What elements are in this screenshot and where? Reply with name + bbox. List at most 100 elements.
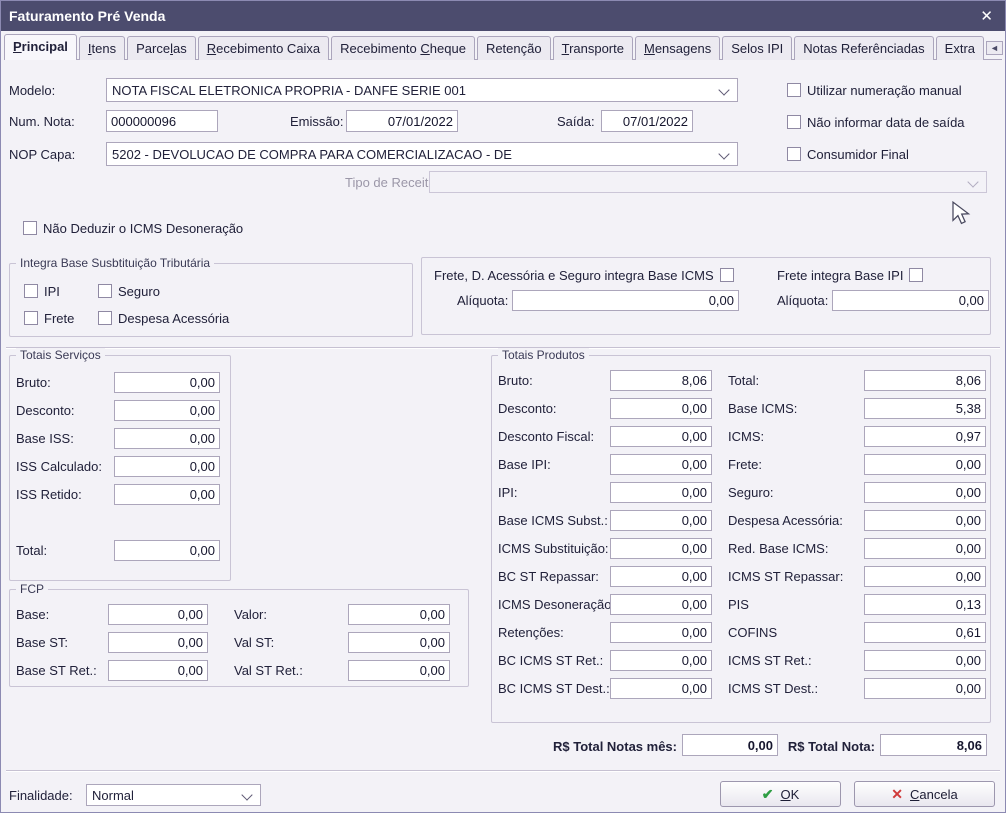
checkbox-box bbox=[98, 311, 112, 325]
frete-input[interactable] bbox=[864, 454, 986, 475]
integra-seguro-checkbox[interactable]: Seguro bbox=[98, 283, 160, 299]
total-notas-mes-input[interactable] bbox=[682, 734, 778, 756]
modelo-label: Modelo: bbox=[9, 78, 55, 102]
emissao-input[interactable] bbox=[346, 110, 458, 132]
integra-despesa-checkbox[interactable]: Despesa Acessória bbox=[98, 310, 229, 326]
ok-button[interactable]: ✔ OK bbox=[720, 781, 841, 807]
icms-st-ret-input[interactable] bbox=[864, 650, 986, 671]
fcp-base-st-input[interactable] bbox=[108, 632, 208, 653]
nao-deduzir-icms-checkbox[interactable]: Não Deduzir o ICMS Desoneração bbox=[23, 220, 243, 236]
tab-mensagens[interactable]: Mensagens bbox=[635, 36, 720, 60]
fcp-group: FCP Base: Valor: Base ST: Val ST: Base S… bbox=[9, 589, 469, 687]
tab-extra[interactable]: Extra bbox=[936, 36, 984, 60]
cofins-input[interactable] bbox=[864, 622, 986, 643]
ipi-aliquota-input[interactable] bbox=[832, 290, 989, 311]
bruto-servicos-input[interactable] bbox=[114, 372, 220, 393]
bc-icms-st-ret-input[interactable] bbox=[610, 650, 712, 671]
total-servicos-input[interactable] bbox=[114, 540, 220, 561]
num-nota-label: Num. Nota: bbox=[9, 110, 75, 132]
emissao-label: Emissão: bbox=[290, 110, 343, 132]
icms-aliquota-input[interactable] bbox=[512, 290, 739, 311]
fcp-valor-input[interactable] bbox=[348, 604, 450, 625]
base-icms-input[interactable] bbox=[864, 398, 986, 419]
checkbox-box bbox=[787, 83, 801, 97]
saida-input[interactable] bbox=[601, 110, 693, 132]
iss-retido-input[interactable] bbox=[114, 484, 220, 505]
ipi-input[interactable] bbox=[610, 482, 712, 503]
retencoes-input[interactable] bbox=[610, 622, 712, 643]
desconto-fiscal-input[interactable] bbox=[610, 426, 712, 447]
produtos-row: BC ST Repassar: bbox=[498, 566, 712, 587]
modelo-select[interactable]: NOTA FISCAL ELETRONICA PROPRIA - DANFE S… bbox=[106, 78, 738, 102]
iss-calculado-input[interactable] bbox=[114, 456, 220, 477]
produtos-row: ICMS Substituição: bbox=[498, 538, 712, 559]
ipi-aliquota-label: Alíquota: bbox=[777, 290, 828, 311]
icms-st-repassar-input[interactable] bbox=[864, 566, 986, 587]
icms-st-dest-input[interactable] bbox=[864, 678, 986, 699]
cancela-button[interactable]: ✕ Cancela bbox=[854, 781, 995, 807]
totais-servicos-group: Totais Serviços Bruto: Desconto: Base IS… bbox=[9, 355, 231, 581]
integra-frete-checkbox[interactable]: Frete bbox=[24, 310, 74, 326]
utilizar-numeracao-manual-checkbox[interactable]: Utilizar numeração manual bbox=[787, 82, 962, 98]
produtos-row: ICMS: bbox=[728, 426, 986, 447]
integra-ipi-checkbox[interactable]: IPI bbox=[24, 283, 60, 299]
bruto-produtos-input[interactable] bbox=[610, 370, 712, 391]
tipo-receita-select bbox=[429, 171, 987, 193]
icms-desoneracao-input[interactable] bbox=[610, 594, 712, 615]
bc-icms-st-dest-input[interactable] bbox=[610, 678, 712, 699]
fcp-val-st-input[interactable] bbox=[348, 632, 450, 653]
despesa-acessoria-input[interactable] bbox=[864, 510, 986, 531]
pis-input[interactable] bbox=[864, 594, 986, 615]
produtos-row: Desconto: bbox=[498, 398, 712, 419]
tab-bar: Principal Itens Parcelas Recebimento Cai… bbox=[4, 34, 1002, 60]
produtos-row: Base ICMS: bbox=[728, 398, 986, 419]
total-nota-label: R$ Total Nota: bbox=[789, 735, 875, 757]
tab-scroll-left-icon[interactable]: ◄ bbox=[986, 41, 1003, 55]
fcp-base-st-ret-input[interactable] bbox=[108, 660, 208, 681]
num-nota-input[interactable] bbox=[106, 110, 218, 132]
tab-transporte[interactable]: Transporte bbox=[553, 36, 633, 60]
desconto-produtos-input[interactable] bbox=[610, 398, 712, 419]
seguro-input[interactable] bbox=[864, 482, 986, 503]
total-notas-mes-label: R$ Total Notas mês: bbox=[521, 735, 677, 757]
tab-selos-ipi[interactable]: Selos IPI bbox=[722, 36, 792, 60]
nop-capa-select[interactable]: 5202 - DEVOLUCAO DE COMPRA PARA COMERCIA… bbox=[106, 142, 738, 166]
fcp-val-st-ret-input[interactable] bbox=[348, 660, 450, 681]
nao-informar-data-saida-checkbox[interactable]: Não informar data de saída bbox=[787, 114, 965, 130]
bc-st-repassar-input[interactable] bbox=[610, 566, 712, 587]
tab-parcelas[interactable]: Parcelas bbox=[127, 36, 196, 60]
red-base-icms-input[interactable] bbox=[864, 538, 986, 559]
titlebar[interactable]: Faturamento Pré Venda ✕ bbox=[1, 1, 1005, 31]
tab-recebimento-cheque[interactable]: Recebimento Cheque bbox=[331, 36, 475, 60]
base-ipi-input[interactable] bbox=[610, 454, 712, 475]
consumidor-final-checkbox[interactable]: Consumidor Final bbox=[787, 146, 909, 162]
finalidade-select[interactable]: Normal bbox=[86, 784, 261, 806]
check-icon: ✔ bbox=[762, 786, 774, 803]
total-nota-input[interactable] bbox=[880, 734, 987, 756]
total-produtos-input[interactable] bbox=[864, 370, 986, 391]
tab-retencao[interactable]: Retenção bbox=[477, 36, 551, 60]
frete-integra-icms-checkbox[interactable]: Frete, D. Acessória e Seguro integra Bas… bbox=[434, 267, 734, 283]
produtos-row: PIS bbox=[728, 594, 986, 615]
tab-scroll: ◄ ► bbox=[986, 41, 1006, 59]
saida-label: Saída: bbox=[557, 110, 595, 132]
base-iss-input[interactable] bbox=[114, 428, 220, 449]
window-title: Faturamento Pré Venda bbox=[9, 8, 165, 24]
chevron-down-icon bbox=[718, 84, 729, 95]
fcp-base-input[interactable] bbox=[108, 604, 208, 625]
icms-substituicao-input[interactable] bbox=[610, 538, 712, 559]
frete-integra-ipi-checkbox[interactable]: Frete integra Base IPI bbox=[777, 267, 923, 283]
icms-input[interactable] bbox=[864, 426, 986, 447]
tab-itens[interactable]: Itens bbox=[79, 36, 125, 60]
tipo-receita-label: Tipo de Receita: bbox=[345, 171, 439, 193]
tab-recebimento-caixa[interactable]: Recebimento Caixa bbox=[198, 36, 329, 60]
fcp-row: Base: Valor: bbox=[16, 604, 450, 625]
servicos-row: ISS Retido: bbox=[16, 484, 220, 505]
tab-principal[interactable]: Principal bbox=[4, 34, 77, 60]
produtos-row: Bruto: bbox=[498, 370, 712, 391]
base-icms-subst-input[interactable] bbox=[610, 510, 712, 531]
desconto-servicos-input[interactable] bbox=[114, 400, 220, 421]
close-icon[interactable]: ✕ bbox=[980, 7, 993, 25]
fcp-row: Base ST Ret.: Val ST Ret.: bbox=[16, 660, 450, 681]
tab-notas-referenciadas[interactable]: Notas Referênciadas bbox=[794, 36, 933, 60]
